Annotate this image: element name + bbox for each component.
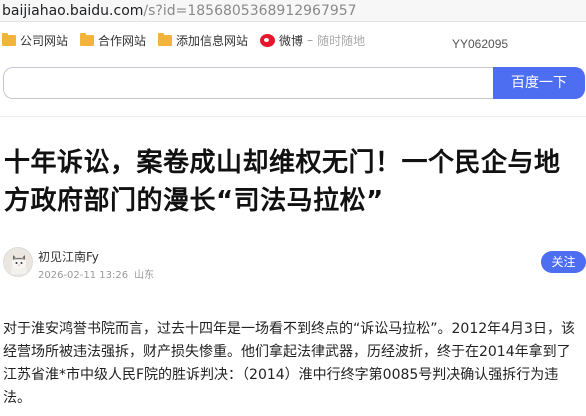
user-id: YY062095: [452, 37, 509, 51]
search-button[interactable]: 百度一下: [493, 67, 585, 99]
follow-button[interactable]: 关注: [541, 251, 586, 273]
bookmark-extra: 随时随地: [317, 33, 366, 48]
url-path: /s?id=1856805368912967957: [143, 3, 357, 19]
divider: [0, 116, 586, 117]
url-host: baijiahao.baidu.com: [2, 3, 144, 19]
bookmark-item-weibo[interactable]: 微博 – 随时随地: [260, 32, 365, 49]
bookmark-item[interactable]: 合作网站: [80, 32, 146, 49]
address-bar[interactable]: baijiahao.baidu.com/s?id=185680536891296…: [0, 0, 586, 22]
avatar[interactable]: [3, 247, 33, 277]
bookmark-label: 添加信息网站: [176, 33, 249, 48]
article-meta: 2026-02-11 13:26 山东: [38, 266, 154, 281]
folder-icon: [158, 32, 173, 46]
search-bar: 百度一下: [3, 67, 585, 99]
publish-time: 2026-02-11 13:26: [38, 270, 129, 281]
weibo-icon: [260, 33, 276, 47]
bookmark-item[interactable]: 公司网站: [2, 32, 68, 49]
bookmark-label: 微博: [279, 33, 304, 48]
cat-avatar-icon: [4, 248, 32, 276]
bookmark-separator: –: [307, 33, 314, 47]
publish-location: 山东: [134, 270, 155, 281]
folder-icon: [80, 32, 95, 46]
bookmark-label: 公司网站: [20, 33, 69, 48]
bookmark-label: 合作网站: [98, 33, 147, 48]
article-paragraph: 对于淮安鸿誉书院而言，过去十四年是一场看不到终点的“诉讼马拉松”。2012年4月…: [3, 321, 575, 406]
folder-icon: [2, 32, 16, 46]
author-name[interactable]: 初见江南Fy: [38, 248, 99, 265]
article-title: 十年诉讼，案卷成山却维权无门！一个民企与地方政府部门的漫长“司法马拉松”: [4, 148, 561, 216]
bookmark-item[interactable]: 添加信息网站: [158, 32, 248, 49]
search-input[interactable]: [3, 67, 493, 99]
